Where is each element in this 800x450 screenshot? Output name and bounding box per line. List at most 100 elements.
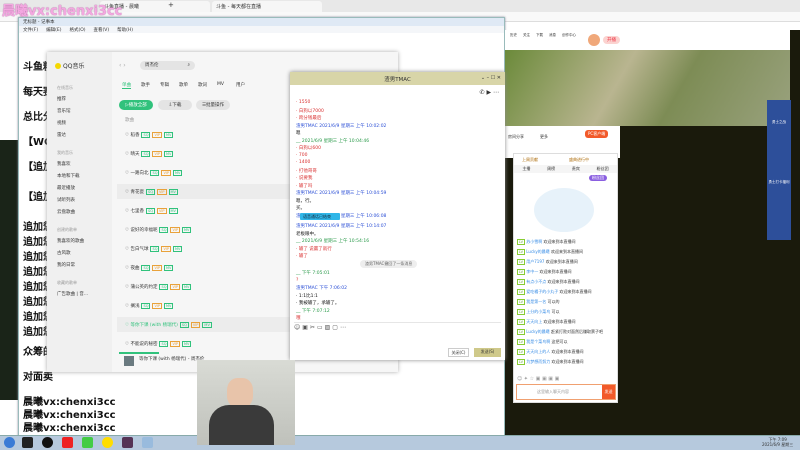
stream-video[interactable] (505, 50, 790, 126)
song-title[interactable]: ♡ 等你下课 (with 杨瑞代) SQ VIP MV (117, 321, 297, 328)
send-button[interactable]: 发送(S) (474, 348, 501, 357)
tab-3[interactable]: 歌单 (179, 82, 188, 88)
danmu-user[interactable]: 天天向上 (526, 319, 542, 324)
fans-club-button[interactable]: 粉丝团 (589, 175, 607, 181)
pc-client-button[interactable]: PC客户端 (585, 130, 609, 138)
activity-label[interactable]: 勇士打卡福利 (767, 180, 791, 185)
sidebar-item[interactable]: 我的日常 (57, 262, 75, 268)
sidebar-item[interactable]: 古风歌 (57, 250, 71, 256)
sidebar-item[interactable]: 推荐 (57, 96, 66, 102)
chat-tab[interactable]: 粉丝团 (597, 166, 609, 172)
song-title[interactable]: ♡ 蒲公英的约定 SQ VIP MV (117, 283, 297, 290)
song-title[interactable]: ♡ 搁浅 SQ VIP MV (117, 302, 297, 309)
song-title[interactable]: ♡ 一路向北 SQ VIP MV (117, 169, 297, 176)
song-title[interactable]: ♡ 七里香 SQ VIP MV (117, 207, 297, 214)
danmu-user[interactable]: 李中一 (526, 269, 538, 274)
danmu-send-button[interactable]: 发送 (602, 385, 615, 399)
header-icon-0[interactable]: 历史 (510, 33, 517, 38)
danmu-user[interactable]: 苏小雪啊 (526, 239, 542, 244)
window-controls[interactable]: ⌄ – ☐ ✕ (481, 75, 501, 81)
danmu-user[interactable]: 天天向上的人 (526, 349, 550, 354)
song-title[interactable]: ♡ 夜曲 SQ VIP MV (117, 264, 297, 271)
menu-file[interactable]: 文件(F) (23, 27, 38, 33)
menu-edit[interactable]: 编辑(E) (46, 27, 61, 33)
menu-help[interactable]: 帮助(H) (117, 27, 133, 33)
danmu-text: 欢迎来到本直播间 (545, 259, 578, 264)
more-button[interactable]: 更多 (540, 134, 548, 140)
chat-tool-icons[interactable]: ☺ ✦ ☆ ▣ ▣ ▣ ▣ (517, 376, 559, 382)
danmu-user[interactable]: 我是个菜鸟啊 (526, 339, 550, 344)
sidebar-item[interactable]: 本地和下载 (57, 173, 80, 179)
danmu-user[interactable]: Lucky的晨曦 (526, 329, 549, 334)
header-icon-3[interactable]: 消息 (549, 33, 556, 38)
header-icon-2[interactable]: 下载 (536, 33, 543, 38)
qq-music-taskbar-icon[interactable] (102, 437, 113, 448)
festival-tip[interactable]: 盛典进行中 (569, 157, 589, 163)
user-avatar[interactable] (588, 34, 600, 46)
start-button-icon[interactable] (4, 437, 15, 448)
song-title[interactable]: ♡ 青花瓷 SQ VIP MV (117, 188, 297, 195)
header-icon-1[interactable]: 关注 (523, 33, 530, 38)
search-icon[interactable]: ⌕ (187, 62, 190, 68)
taskbar-app-icon[interactable] (42, 437, 53, 448)
menu-format[interactable]: 格式(O) (69, 27, 85, 33)
call-video-more-icons[interactable]: ✆ ▶ ⋯ (480, 89, 499, 96)
start-live-button[interactable]: 开播 (603, 36, 620, 44)
tab-0[interactable]: 单曲 (122, 82, 131, 89)
sidebar-item[interactable]: 我喜欢 (57, 161, 71, 167)
message-input[interactable] (294, 334, 501, 346)
new-tab-button[interactable]: + (168, 1, 174, 9)
weekly-contrib[interactable]: 上周贡献 (522, 157, 538, 163)
sidebar-item[interactable]: 视频 (57, 120, 66, 126)
tab-1[interactable]: 歌手 (141, 82, 150, 88)
tab-4[interactable]: 歌词 (198, 82, 207, 88)
song-title[interactable]: ♡ 不能说的秘密 SQ VIP MV (117, 340, 297, 347)
sidebar-item[interactable]: 云盘歌曲 (57, 209, 75, 215)
close-button[interactable]: 关闭(C) (448, 348, 469, 357)
search-input[interactable]: 周杰伦 ⌕ (140, 61, 195, 70)
nav-back-forward[interactable]: ‹ › (119, 62, 126, 69)
sidebar-item[interactable]: 音乐馆 (57, 108, 71, 114)
tab-6[interactable]: 用户 (236, 82, 245, 88)
clock[interactable]: 下午 7:09 2021/6/9 星期三 (762, 437, 793, 447)
header-icon-4[interactable]: 创作中心 (562, 33, 576, 38)
taskbar-app-icon[interactable] (142, 437, 153, 448)
danmu-user[interactable]: 用户7197 (526, 259, 544, 264)
sidebar-item[interactable]: 我喜欢的歌曲 (57, 238, 84, 244)
playback-progress[interactable] (119, 352, 159, 354)
play-all-button[interactable]: ▷ 播放全部 (119, 100, 153, 110)
danmu-user[interactable]: 上分的小菜鸟 (526, 309, 550, 314)
taskbar-app-icon[interactable] (82, 437, 93, 448)
song-title[interactable]: ♡ 告白气球 SQ VIP MV (117, 245, 297, 252)
share-button[interactable]: 房间分享 (508, 134, 524, 140)
chat-toolbar-icons[interactable]: ☺▣✂▭▨▢⋯ (294, 324, 348, 331)
danmu-user[interactable]: 为梦想而努力 (526, 359, 550, 364)
danmu-user[interactable]: 我是第一名 (526, 299, 546, 304)
tab-2[interactable]: 专辑 (160, 82, 169, 88)
sidebar-item[interactable]: 试听列表 (57, 197, 75, 203)
menu-view[interactable]: 查看(V) (94, 27, 110, 33)
chat-tab[interactable]: 主播 (522, 166, 530, 172)
song-title[interactable]: ♡ 晴天 SQ VIP MV (117, 150, 297, 157)
danmu-user[interactable]: 爱吃橘子的小丸子 (526, 289, 558, 294)
song-title[interactable]: ♡ 稻香 SQ VIP MV (117, 131, 297, 138)
danmu-user[interactable]: Lucky的晨曦 (526, 249, 549, 254)
danmu-user[interactable]: 有点小不点 (526, 279, 546, 284)
activity-label[interactable]: 勇士之战 (767, 120, 791, 125)
chat-tab[interactable]: 贵宾 (572, 166, 580, 172)
browser-tab[interactable]: 斗鱼 - 每天都在直播 (212, 1, 322, 12)
taskbar-app-icon[interactable] (62, 437, 73, 448)
song-title[interactable]: ♡ 说好的幸福呢 SQ VIP MV (117, 226, 297, 233)
sidebar-item[interactable]: 广告歌曲 | 音... (57, 291, 88, 297)
download-button[interactable]: ⇩ 下载 (158, 100, 192, 110)
sidebar-item[interactable]: 最近播放 (57, 185, 75, 191)
danmu-message: LV 李中一 欢迎来到本直播间 (517, 269, 572, 275)
sidebar-item[interactable]: 雷达 (57, 132, 66, 138)
batch-button[interactable]: ☰ 批量操作 (196, 100, 230, 110)
taskbar-app-icon[interactable] (122, 437, 133, 448)
chat-tab[interactable]: 周榜 (547, 166, 555, 172)
tab-5[interactable]: MV (217, 82, 224, 87)
danmu-input[interactable]: 这里输入聊天内容 发送 (516, 384, 616, 400)
taskbar-app-icon[interactable] (22, 437, 33, 448)
album-cover[interactable] (124, 356, 134, 366)
